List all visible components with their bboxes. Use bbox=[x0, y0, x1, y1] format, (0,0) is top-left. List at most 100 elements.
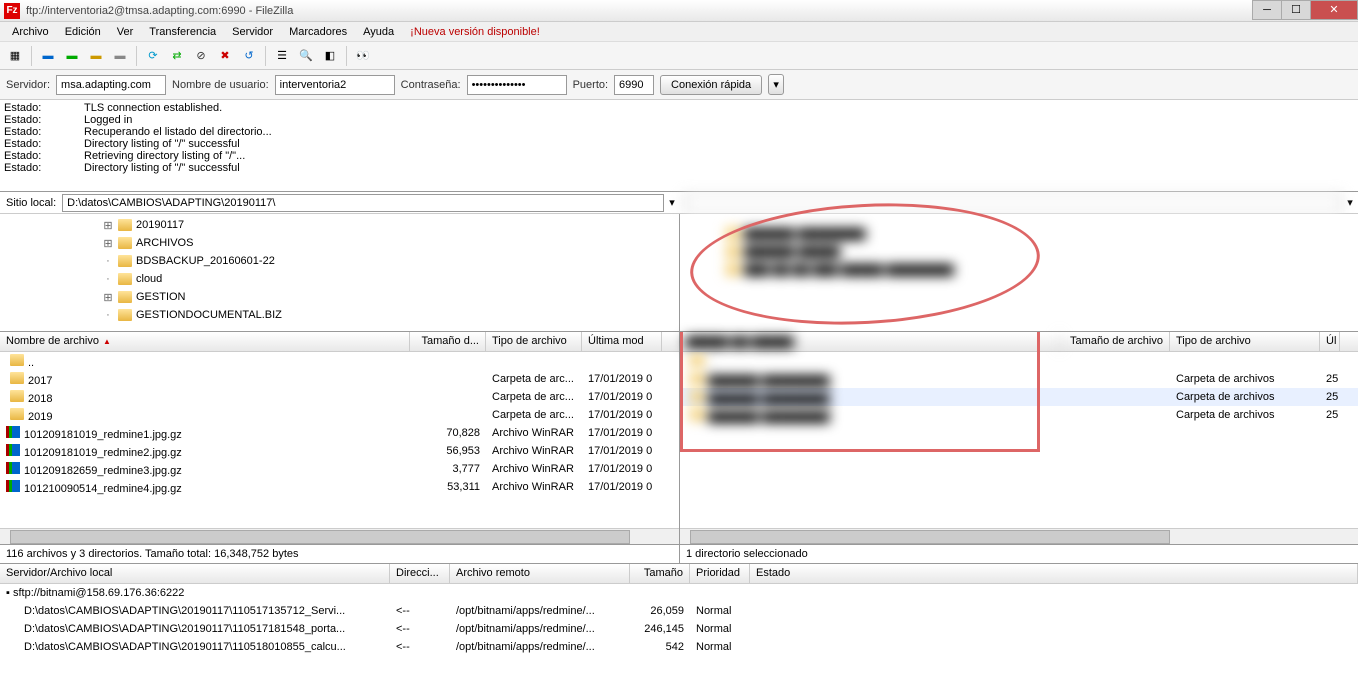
file-row[interactable]: ▇▇▇▇▇▇ ▇▇▇▇▇▇▇▇Carpeta de archivos25 bbox=[680, 370, 1358, 388]
toggle-log-button[interactable]: ▬ bbox=[37, 45, 59, 67]
qcol-state[interactable]: Estado bbox=[750, 564, 1358, 583]
close-button[interactable]: ✕ bbox=[1310, 0, 1358, 20]
menu-transferencia[interactable]: Transferencia bbox=[141, 24, 224, 40]
menu-servidor[interactable]: Servidor bbox=[224, 24, 281, 40]
menu-archivo[interactable]: Archivo bbox=[4, 24, 57, 40]
port-input[interactable] bbox=[614, 75, 654, 95]
queue-row[interactable]: D:\datos\CAMBIOS\ADAPTING\20190117\11051… bbox=[0, 620, 1358, 638]
file-row[interactable]: 2017Carpeta de arc...17/01/2019 0 bbox=[0, 370, 679, 388]
col-remote-name[interactable]: ▇▇▇▇▇ ▇▇ ▇▇▇▇▇ bbox=[680, 332, 1060, 351]
log-label: Estado: bbox=[4, 114, 84, 126]
log-message: Retrieving directory listing of "/"... bbox=[84, 150, 245, 162]
tree-item[interactable]: ·BDSBACKUP_20160601-22 bbox=[2, 252, 677, 270]
file-row[interactable]: 2019Carpeta de arc...17/01/2019 0 bbox=[0, 406, 679, 424]
queue-header: Servidor/Archivo local Direcci... Archiv… bbox=[0, 564, 1358, 584]
disconnect-button[interactable]: ✖ bbox=[214, 45, 236, 67]
qcol-dir[interactable]: Direcci... bbox=[390, 564, 450, 583]
quickconnect-button[interactable]: Conexión rápida bbox=[660, 75, 762, 95]
remote-hscroll[interactable] bbox=[680, 528, 1358, 544]
tree-item[interactable]: ·GESTIONDOCUMENTAL.BIZ bbox=[2, 306, 677, 324]
file-row[interactable]: 2018Carpeta de arc...17/01/2019 0 bbox=[0, 388, 679, 406]
update-notice[interactable]: ¡Nueva versión disponible! bbox=[410, 26, 540, 38]
archive-icon bbox=[6, 480, 20, 492]
transfer-queue[interactable]: ▪ sftp://bitnami@158.69.176.36:6222D:\da… bbox=[0, 584, 1358, 660]
col-remote-type[interactable]: Tipo de archivo bbox=[1170, 332, 1320, 351]
toolbar: ▦ ▬ ▬ ▬ ▬ ⟳ ⇄ ⊘ ✖ ↺ ☰ 🔍 ◧ 👀 bbox=[0, 42, 1358, 70]
tree-item[interactable]: ⊞20190117 bbox=[2, 216, 677, 234]
local-file-list[interactable]: ..2017Carpeta de arc...17/01/2019 02018C… bbox=[0, 352, 679, 528]
compare-button[interactable]: ◧ bbox=[319, 45, 341, 67]
maximize-button[interactable]: ☐ bbox=[1281, 0, 1311, 20]
search-button[interactable]: 🔍 bbox=[295, 45, 317, 67]
remote-file-list[interactable]: ..▇▇▇▇▇▇ ▇▇▇▇▇▇▇▇Carpeta de archivos25▇▇… bbox=[680, 352, 1358, 528]
expand-icon[interactable]: ⊞ bbox=[102, 219, 114, 232]
toggle-queue-button[interactable]: ▬ bbox=[109, 45, 131, 67]
tree-item[interactable]: ⊞ARCHIVOS bbox=[2, 234, 677, 252]
path-bar: Sitio local: ▾ ▾ bbox=[0, 192, 1358, 214]
log-message: Directory listing of "/" successful bbox=[84, 162, 240, 174]
log-pane[interactable]: Estado:TLS connection established.Estado… bbox=[0, 100, 1358, 192]
minimize-button[interactable]: ─ bbox=[1252, 0, 1282, 20]
log-label: Estado: bbox=[4, 102, 84, 114]
queue-row[interactable]: D:\datos\CAMBIOS\ADAPTING\20190117\11051… bbox=[0, 638, 1358, 656]
user-input[interactable] bbox=[275, 75, 395, 95]
server-icon: ▪ bbox=[6, 587, 10, 599]
queue-server-row[interactable]: ▪ sftp://bitnami@158.69.176.36:6222 bbox=[0, 584, 1358, 602]
file-row[interactable]: .. bbox=[680, 352, 1358, 370]
filter-button[interactable]: ☰ bbox=[271, 45, 293, 67]
expand-icon[interactable]: · bbox=[102, 255, 114, 267]
file-row[interactable]: 101210090514_redmine4.jpg.gz53,311Archiv… bbox=[0, 478, 679, 496]
reconnect-button[interactable]: ↺ bbox=[238, 45, 260, 67]
folder-icon bbox=[118, 291, 132, 303]
remote-path-input[interactable] bbox=[684, 194, 1342, 212]
col-remote-mod[interactable]: Úl bbox=[1320, 332, 1340, 351]
local-path-dropdown[interactable]: ▾ bbox=[664, 196, 680, 209]
menu-ayuda[interactable]: Ayuda bbox=[355, 24, 402, 40]
tree-item[interactable]: ⊞GESTION bbox=[2, 288, 677, 306]
remote-tree[interactable]: ▇▇▇▇▇▇ ▇▇▇▇▇▇▇▇ ▇▇▇▇▇▇ ▇▇▇▇▇ ▇▇▇ ▇▇ ▇▇ ▇… bbox=[680, 214, 1358, 332]
refresh-button[interactable]: ⟳ bbox=[142, 45, 164, 67]
pass-label: Contraseña: bbox=[401, 79, 461, 91]
toolbar-separator bbox=[265, 46, 266, 66]
menu-marcadores[interactable]: Marcadores bbox=[281, 24, 355, 40]
col-type[interactable]: Tipo de archivo bbox=[486, 332, 582, 351]
cancel-button[interactable]: ⊘ bbox=[190, 45, 212, 67]
expand-icon[interactable]: ⊞ bbox=[102, 237, 114, 250]
local-path-input[interactable] bbox=[62, 194, 664, 212]
expand-icon[interactable]: · bbox=[102, 273, 114, 285]
qcol-prio[interactable]: Prioridad bbox=[690, 564, 750, 583]
pass-input[interactable] bbox=[467, 75, 567, 95]
quickconnect-dropdown[interactable]: ▾ bbox=[768, 74, 784, 95]
file-row[interactable]: .. bbox=[0, 352, 679, 370]
toggle-local-tree-button[interactable]: ▬ bbox=[61, 45, 83, 67]
local-status: 116 archivos y 3 directorios. Tamaño tot… bbox=[0, 545, 680, 563]
remote-path-dropdown[interactable]: ▾ bbox=[1342, 196, 1358, 209]
col-name[interactable]: Nombre de archivo bbox=[0, 332, 410, 351]
file-row[interactable]: ▇▇▇▇▇▇ ▇▇▇▇▇▇▇▇Carpeta de archivos25 bbox=[680, 406, 1358, 424]
file-row[interactable]: ▇▇▇▇▇▇ ▇▇▇▇▇▇▇▇Carpeta de archivos25 bbox=[680, 388, 1358, 406]
tree-item[interactable]: ·cloud bbox=[2, 270, 677, 288]
file-row[interactable]: 101209181019_redmine1.jpg.gz70,828Archiv… bbox=[0, 424, 679, 442]
menu-ver[interactable]: Ver bbox=[109, 24, 142, 40]
menu-edicion[interactable]: Edición bbox=[57, 24, 109, 40]
site-manager-button[interactable]: ▦ bbox=[4, 45, 26, 67]
toggle-remote-tree-button[interactable]: ▬ bbox=[85, 45, 107, 67]
folder-icon bbox=[118, 273, 132, 285]
qcol-size[interactable]: Tamaño bbox=[630, 564, 690, 583]
file-row[interactable]: 101209181019_redmine2.jpg.gz56,953Archiv… bbox=[0, 442, 679, 460]
qcol-local[interactable]: Servidor/Archivo local bbox=[0, 564, 390, 583]
queue-row[interactable]: D:\datos\CAMBIOS\ADAPTING\20190117\11051… bbox=[0, 602, 1358, 620]
process-queue-button[interactable]: ⇄ bbox=[166, 45, 188, 67]
col-remote-size[interactable]: Tamaño de archivo bbox=[1060, 332, 1170, 351]
expand-icon[interactable]: · bbox=[102, 309, 114, 321]
col-mod[interactable]: Última mod bbox=[582, 332, 662, 351]
host-input[interactable] bbox=[56, 75, 166, 95]
local-hscroll[interactable] bbox=[0, 528, 679, 544]
expand-icon[interactable]: ⊞ bbox=[102, 291, 114, 304]
qcol-remote[interactable]: Archivo remoto bbox=[450, 564, 630, 583]
file-row[interactable]: 101209182659_redmine3.jpg.gz3,777Archivo… bbox=[0, 460, 679, 478]
log-message: Recuperando el listado del directorio... bbox=[84, 126, 272, 138]
local-tree[interactable]: ⊞20190117⊞ARCHIVOS·BDSBACKUP_20160601-22… bbox=[0, 214, 679, 332]
col-size[interactable]: Tamaño d... bbox=[410, 332, 486, 351]
find-button[interactable]: 👀 bbox=[352, 45, 374, 67]
